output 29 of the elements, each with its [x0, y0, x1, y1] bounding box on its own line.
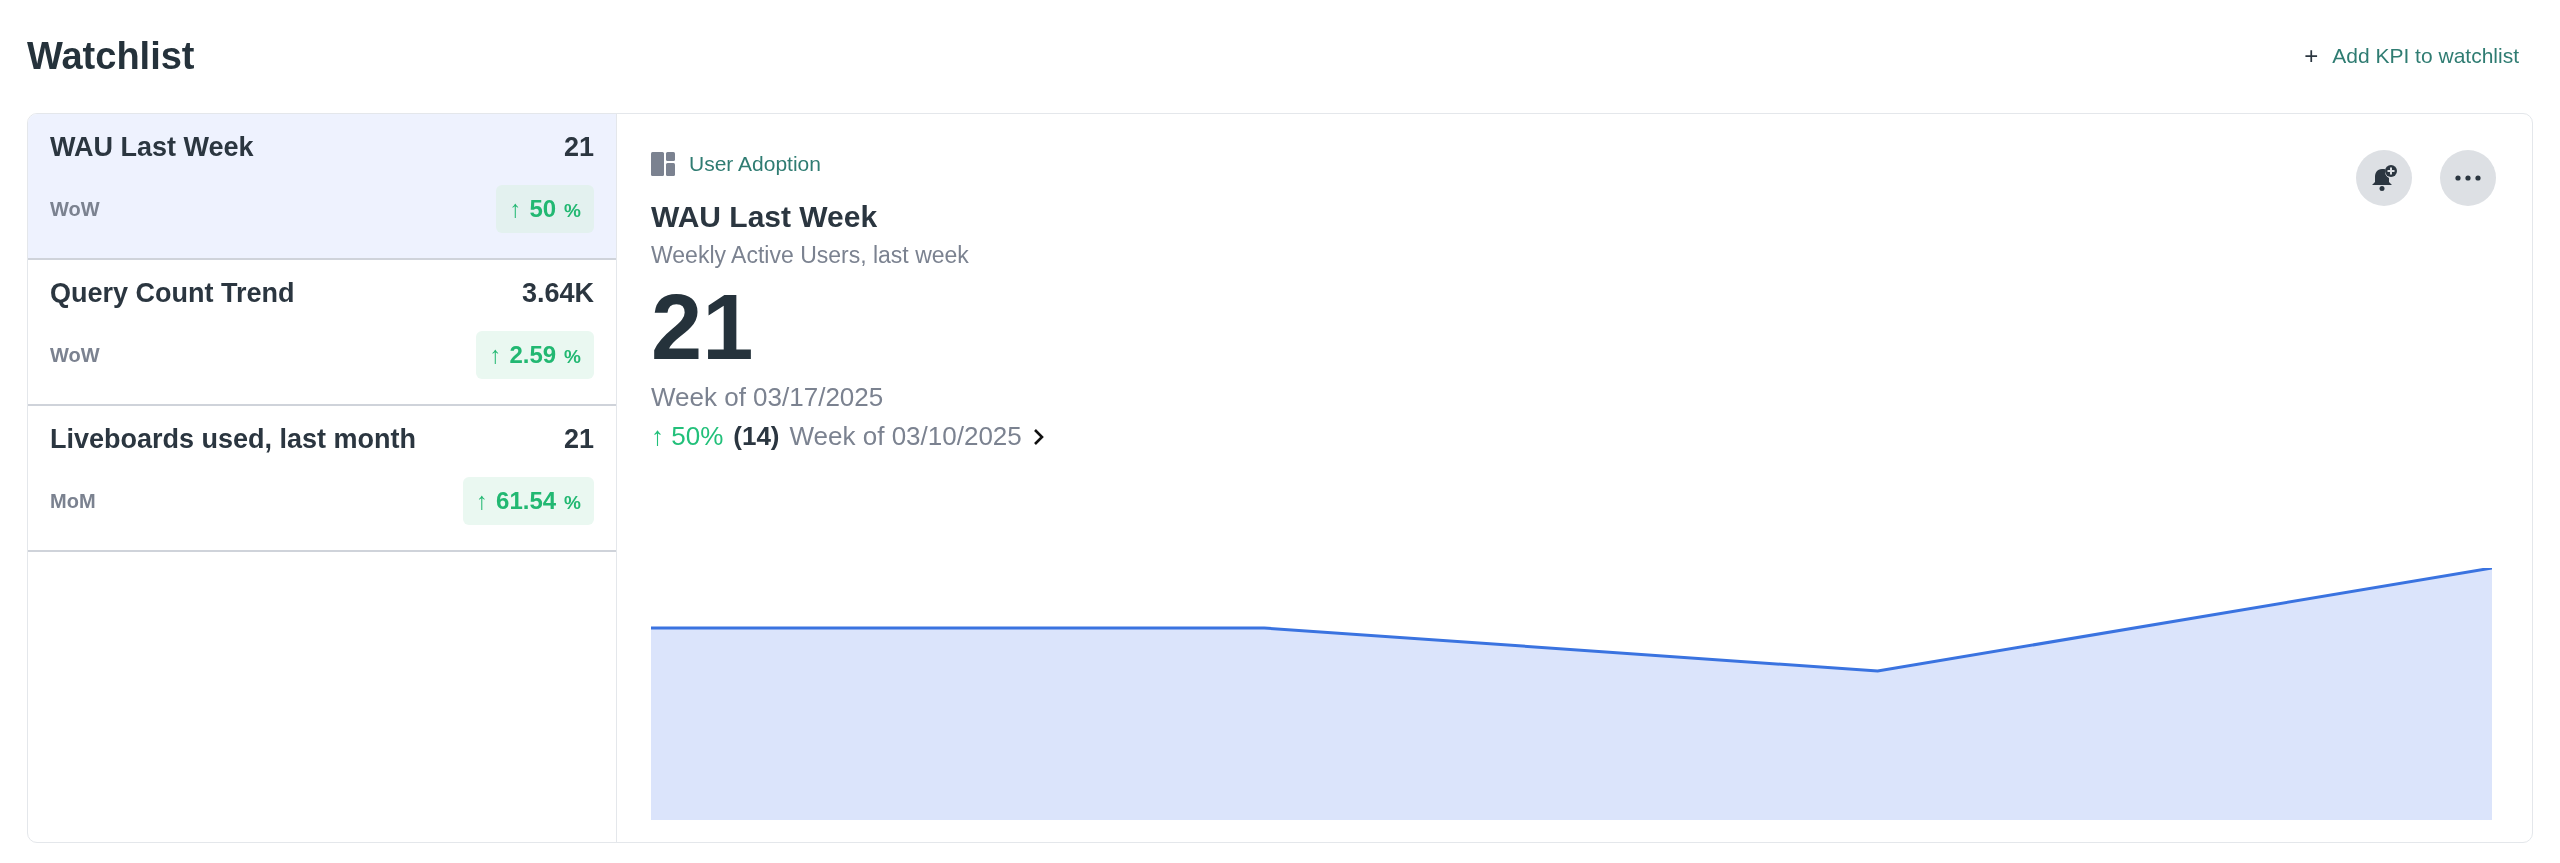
kpi-value: 21: [563, 132, 594, 163]
previous-value: (14): [733, 421, 780, 453]
kpi-list-item[interactable]: WAU Last Week 21 WoW ↑ 50 %: [28, 114, 616, 260]
kpi-period-label: Week of 03/17/2025: [651, 382, 885, 414]
kpi-value: 21: [563, 424, 594, 455]
bell-plus-icon: [2370, 164, 2398, 192]
kpi-description: Weekly Active Users, last week: [651, 242, 970, 269]
add-alert-button[interactable]: [2356, 150, 2412, 206]
add-kpi-link[interactable]: + Add KPI to watchlist: [2304, 42, 2533, 70]
layout-icon: [651, 152, 675, 176]
change-value: ↑ 50%: [651, 421, 724, 453]
page-title: Watchlist: [27, 34, 195, 78]
change-badge: ↑ 50 %: [496, 185, 594, 233]
change-badge: ↑ 2.59 %: [476, 331, 594, 379]
previous-period: Week of 03/10/2025: [789, 421, 1022, 453]
kpi-title: WAU Last Week: [651, 200, 879, 234]
more-button[interactable]: [2440, 150, 2496, 206]
kpi-name: Query Count Trend: [50, 278, 295, 309]
kpi-period: WoW: [50, 343, 100, 367]
source-label: User Adoption: [689, 152, 821, 176]
kpi-big-value: 21: [651, 277, 755, 379]
chevron-right-icon[interactable]: [1031, 427, 1044, 446]
change-badge: ↑ 61.54 %: [463, 477, 594, 525]
kpi-period: MoM: [50, 489, 96, 513]
kpi-value: 3.64K: [521, 278, 594, 309]
kpi-name: Liveboards used, last month: [50, 424, 417, 455]
kpi-name: WAU Last Week: [50, 132, 254, 163]
more-icon: [2455, 175, 2481, 181]
kpi-period: WoW: [50, 197, 100, 221]
